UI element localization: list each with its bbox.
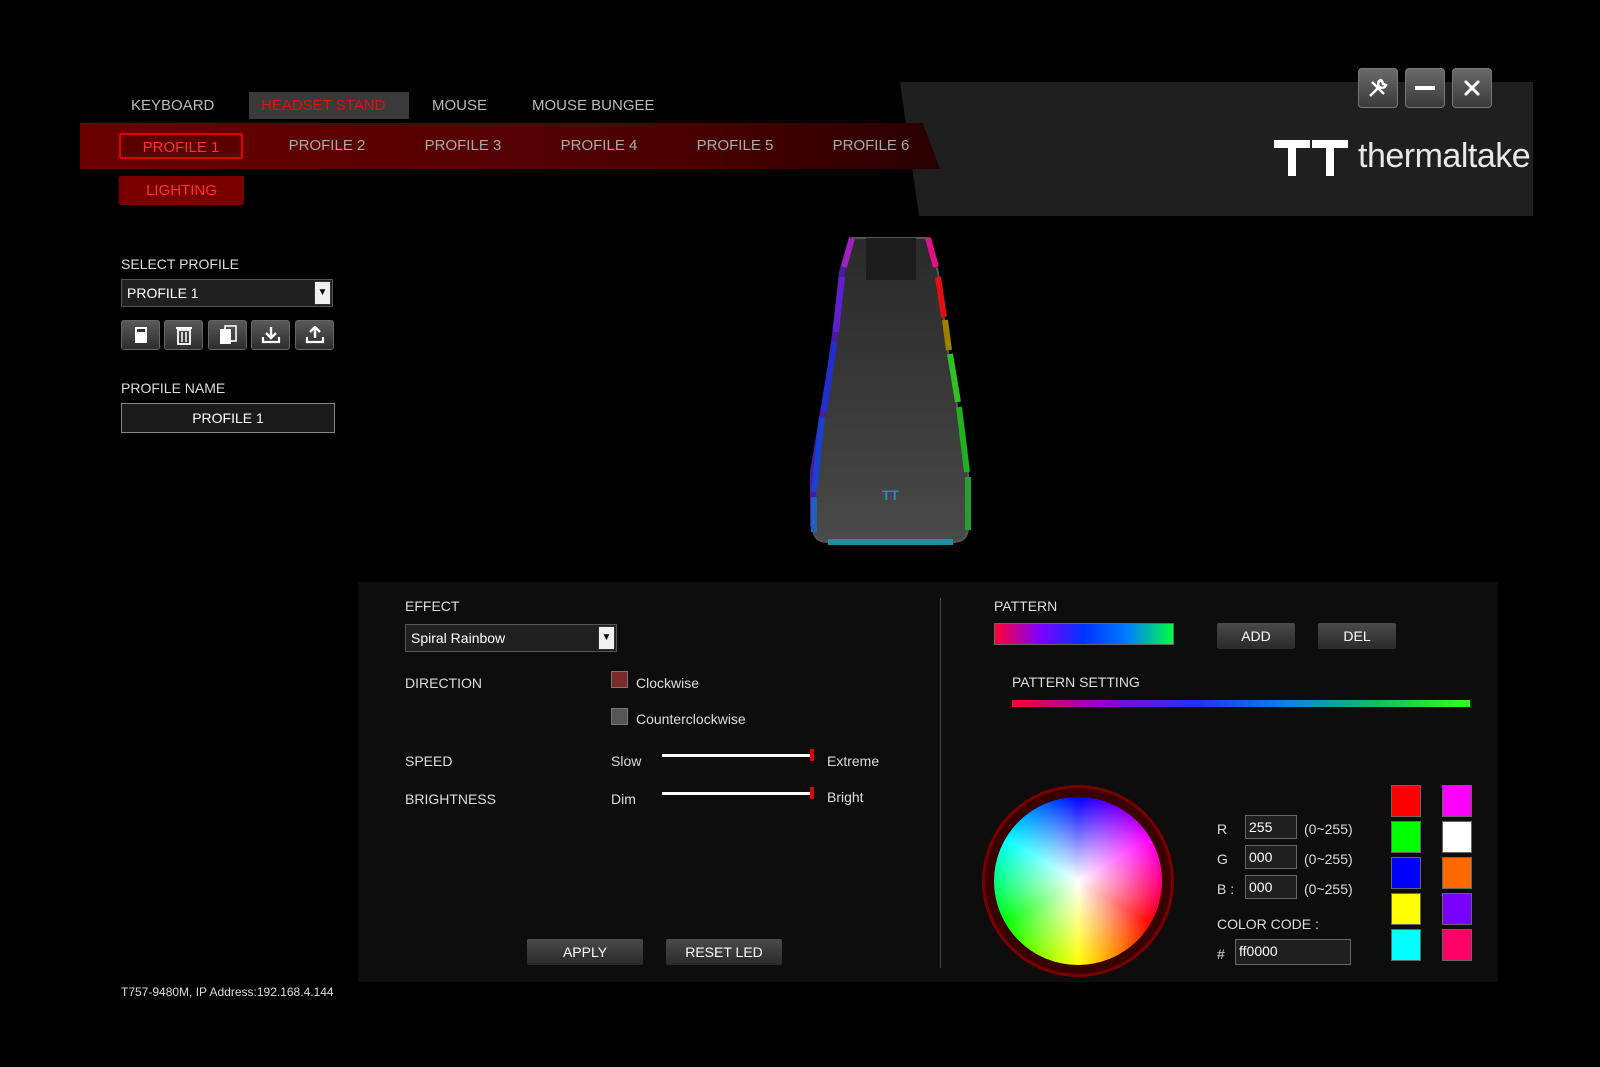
hash-label: # [1217,946,1225,962]
effect-select[interactable]: Spiral Rainbow ▼ [405,624,617,652]
brightness-max-label: Bright [827,789,864,805]
color-swatch[interactable] [1442,857,1472,889]
tab-mouse-bungee[interactable]: MOUSE BUNGEE [520,92,667,119]
color-code-label: COLOR CODE : [1217,916,1319,932]
pattern-setting-bar[interactable] [1012,700,1470,707]
save-icon[interactable] [121,320,160,350]
speed-label: SPEED [405,753,453,769]
profile-tab-2[interactable]: PROFILE 2 [272,133,382,159]
r-range-label: (0~255) [1304,821,1353,837]
color-swatch[interactable] [1391,893,1421,925]
select-profile-label: SELECT PROFILE [121,256,240,272]
chevron-down-icon: ▼ [598,626,615,650]
speed-min-label: Slow [611,753,642,769]
headset-stand-preview: TT [808,232,988,553]
color-swatch[interactable] [1391,857,1421,889]
g-label: G [1217,851,1228,867]
tt-logo-icon [1274,140,1350,181]
effect-label: EFFECT [405,598,460,614]
delete-pattern-button[interactable]: DEL [1318,623,1396,649]
copy-icon[interactable] [208,320,247,350]
device-info: T757-9480M, IP Address:192.168.4.144 [121,985,334,999]
import-download-icon[interactable] [251,320,290,350]
counterclockwise-checkbox[interactable] [611,708,628,725]
color-code-input[interactable]: ff0000 [1235,939,1351,965]
add-pattern-button[interactable]: ADD [1217,623,1295,649]
brand-name: thermaltake [1358,137,1531,175]
trash-icon[interactable] [164,320,203,350]
b-input[interactable]: 000 [1245,875,1297,899]
brightness-min-label: Dim [611,791,636,807]
profile-tab-1[interactable]: PROFILE 1 [119,133,243,159]
profile-name-input[interactable]: PROFILE 1 [121,403,335,433]
r-input[interactable]: 255 [1245,815,1297,839]
profile-name-label: PROFILE NAME [121,380,226,396]
counterclockwise-label: Counterclockwise [636,711,746,727]
speed-slider[interactable] [662,754,812,757]
profile-select-value: PROFILE 1 [127,285,199,301]
lighting-button[interactable]: LIGHTING [119,176,244,205]
color-swatch[interactable] [1391,785,1421,817]
color-swatch[interactable] [1442,785,1472,817]
color-swatch[interactable] [1442,929,1472,961]
effect-select-value: Spiral Rainbow [411,630,506,646]
svg-text:TT: TT [882,487,900,503]
g-range-label: (0~255) [1304,851,1353,867]
pattern-label: PATTERN [994,598,1058,614]
color-swatch[interactable] [1391,929,1421,961]
profile-select[interactable]: PROFILE 1 ▼ [121,279,333,307]
brightness-label: BRIGHTNESS [405,791,497,807]
brightness-slider[interactable] [662,792,812,795]
pattern-preview-bar[interactable] [994,623,1174,645]
panel-divider [940,598,941,968]
color-swatch[interactable] [1442,821,1472,853]
b-label: B : [1217,881,1235,897]
color-swatch[interactable] [1391,821,1421,853]
clockwise-label: Clockwise [636,675,700,691]
color-wheel[interactable] [994,797,1162,965]
tab-mouse[interactable]: MOUSE [420,92,499,119]
g-input[interactable]: 000 [1245,845,1297,869]
close-icon[interactable] [1452,68,1492,108]
speed-slider-handle[interactable] [810,749,814,761]
settings-tools-icon[interactable] [1358,68,1398,108]
direction-label: DIRECTION [405,675,482,691]
color-swatch[interactable] [1442,893,1472,925]
tab-headset-stand[interactable]: HEADSET STAND [249,92,409,119]
tab-keyboard[interactable]: KEYBOARD [119,92,226,119]
brightness-slider-handle[interactable] [810,787,814,799]
pattern-setting-label: PATTERN SETTING [1012,674,1140,690]
speed-max-label: Extreme [827,753,880,769]
clockwise-checkbox[interactable] [611,671,628,688]
apply-button[interactable]: APPLY [527,939,643,965]
profile-tab-4[interactable]: PROFILE 4 [544,133,654,159]
b-range-label: (0~255) [1304,881,1353,897]
chevron-down-icon: ▼ [314,281,331,305]
minimize-icon[interactable] [1405,68,1445,108]
reset-led-button[interactable]: RESET LED [666,939,782,965]
profile-tab-6[interactable]: PROFILE 6 [816,133,926,159]
profile-tab-3[interactable]: PROFILE 3 [408,133,518,159]
export-upload-icon[interactable] [295,320,334,350]
r-label: R [1217,821,1228,837]
profile-tab-5[interactable]: PROFILE 5 [680,133,790,159]
